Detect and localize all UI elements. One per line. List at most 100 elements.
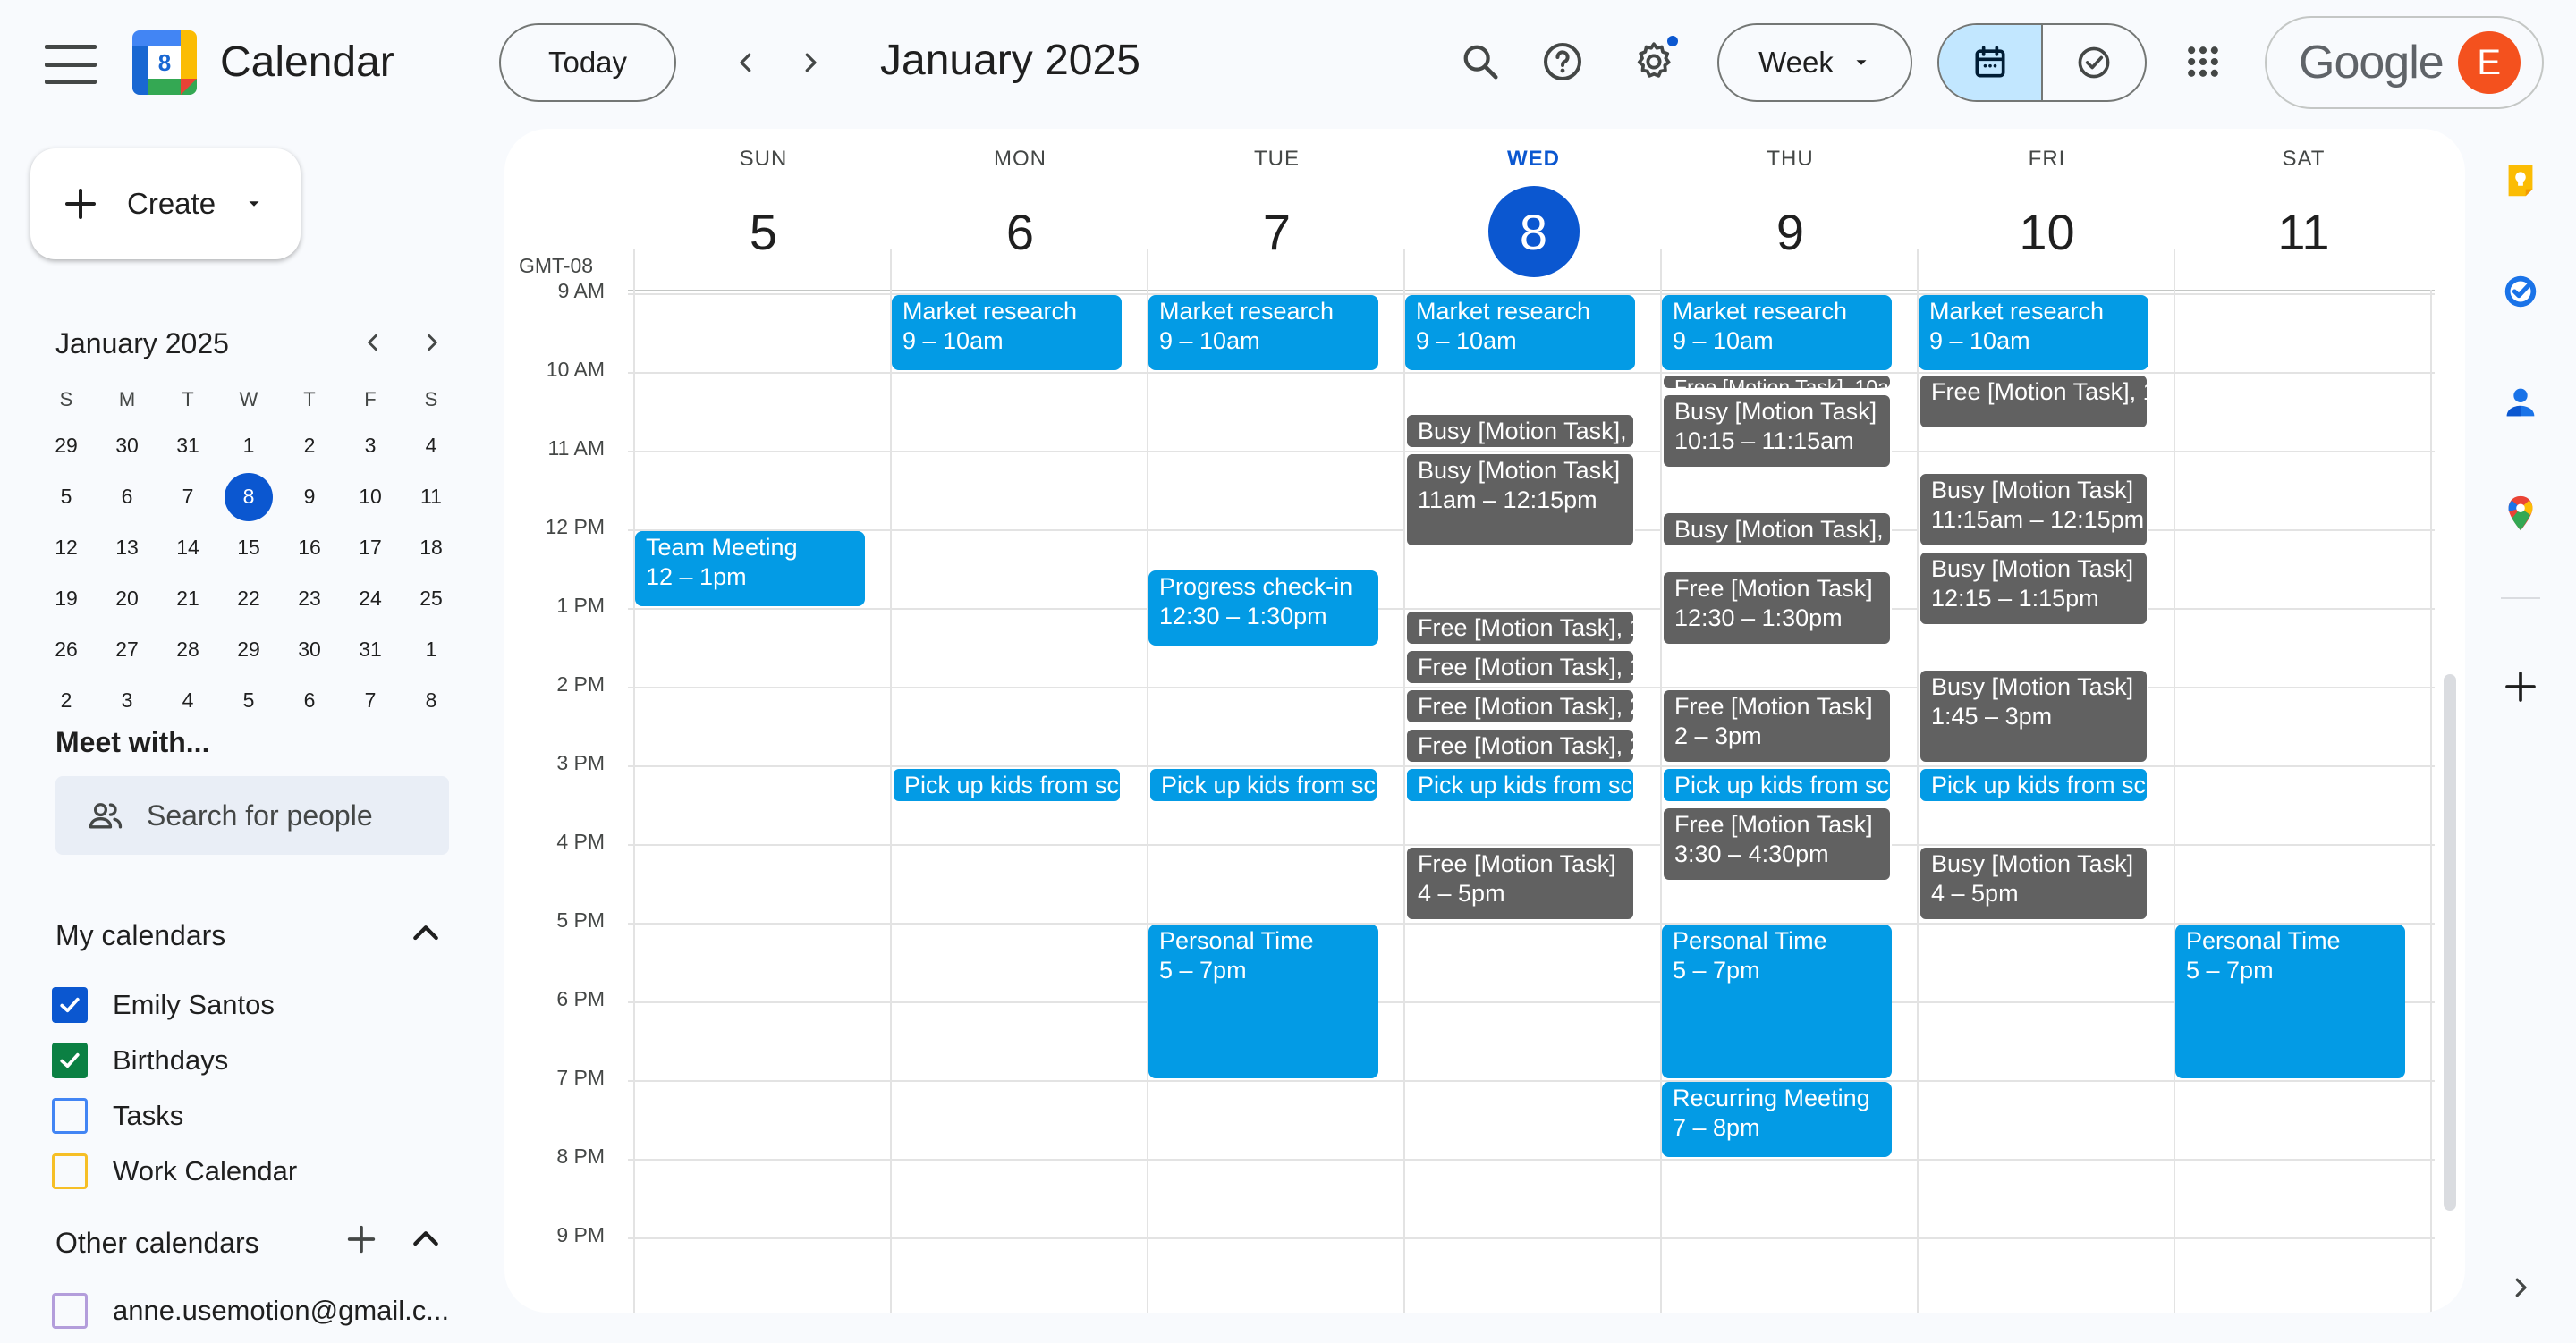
tasks-button[interactable] (2492, 263, 2549, 320)
calendar-item[interactable]: Birthdays (52, 1043, 228, 1078)
mini-day[interactable]: 1 (401, 624, 462, 675)
mini-day[interactable]: 15 (218, 522, 279, 573)
collapse-my-calendars-button[interactable] (408, 916, 444, 956)
day-header-thu[interactable]: THU 9 (1662, 147, 1919, 277)
mini-day[interactable]: 24 (340, 573, 401, 624)
keep-button[interactable] (2492, 152, 2549, 209)
tasks-view-toggle[interactable] (2041, 25, 2145, 100)
day-header-sat[interactable]: SAT 11 (2175, 147, 2432, 277)
calendar-event[interactable]: Busy [Motion Task] 4 – 5pm (1919, 846, 2148, 922)
calendar-event[interactable]: Busy [Motion Task] 11am – 12:15pm (1405, 452, 1635, 548)
mini-day[interactable]: 22 (218, 573, 279, 624)
time-grid[interactable]: 9 AM 10 AM 11 AM 12 PM 1 PM 2 PM 3 PM 4 PM 5 PM 6… (504, 279, 2465, 1313)
mini-day[interactable]: 12 (36, 522, 97, 573)
next-week-button[interactable] (784, 36, 837, 89)
day-date[interactable]: 10 (2002, 186, 2093, 277)
calendar-event[interactable]: Free [Motion Task], 1pm (1405, 610, 1635, 646)
day-date[interactable]: 9 (1745, 186, 1836, 277)
mini-day[interactable]: 29 (36, 420, 97, 471)
calendar-event[interactable]: Busy [Motion Task], 10:30 (1405, 413, 1635, 450)
mini-day[interactable]: 28 (157, 624, 218, 675)
mini-day[interactable]: 19 (36, 573, 97, 624)
day-header-fri[interactable]: FRI 10 (1919, 147, 2175, 277)
day-header-tue[interactable]: TUE 7 (1148, 147, 1405, 277)
calendar-event[interactable]: Busy [Motion Task] 1:45 – 3pm (1919, 669, 2148, 764)
mini-day[interactable]: 6 (97, 471, 157, 522)
day-date[interactable]: 6 (975, 186, 1066, 277)
calendar-event[interactable]: Personal Time 5 – 7pm (1148, 925, 1378, 1079)
mini-day[interactable]: 2 (279, 420, 340, 471)
calendar-view-toggle[interactable] (1939, 25, 2041, 100)
mini-day[interactable]: 25 (401, 573, 462, 624)
mini-day[interactable]: 14 (157, 522, 218, 573)
mini-day[interactable]: 3 (340, 420, 401, 471)
calendar-event[interactable]: Progress check-in 12:30 – 1:30pm (1148, 570, 1378, 646)
mini-day[interactable]: 10 (340, 471, 401, 522)
calendar-event[interactable]: Market research 9 – 10am (1662, 295, 1892, 371)
calendar-checkbox[interactable] (52, 1098, 88, 1134)
mini-day[interactable]: 7 (157, 471, 218, 522)
calendar-event[interactable]: Free [Motion Task], 1:30pm (1405, 649, 1635, 686)
contacts-button[interactable] (2492, 374, 2549, 431)
calendar-event[interactable]: Free [Motion Task], 10am (1919, 374, 2148, 430)
help-button[interactable] (1531, 30, 1594, 93)
mini-day-today[interactable]: 8 (218, 471, 279, 522)
calendar-event[interactable]: Personal Time 5 – 7pm (1662, 925, 1892, 1079)
calendar-event[interactable]: Market research 9 – 10am (1919, 295, 2148, 371)
calendar-event[interactable]: Team Meeting 12 – 1pm (635, 531, 865, 607)
calendar-checkbox[interactable] (52, 987, 88, 1023)
calendar-event[interactable]: Free [Motion Task], 2:30pm (1405, 728, 1635, 764)
mini-day[interactable]: 11 (401, 471, 462, 522)
collapse-other-calendars-button[interactable] (408, 1221, 444, 1262)
calendar-event[interactable]: Market research 9 – 10am (892, 295, 1122, 371)
calendar-event[interactable]: Pick up kids from school (1662, 767, 1892, 804)
mini-day[interactable]: 8 (401, 675, 462, 726)
previous-week-button[interactable] (719, 36, 773, 89)
show-side-panel-button[interactable] (2492, 1259, 2549, 1316)
calendar-event[interactable]: Free [Motion Task], 2pm (1405, 688, 1635, 725)
mini-day[interactable]: 31 (340, 624, 401, 675)
calendar-item[interactable]: Work Calendar (52, 1153, 297, 1189)
calendar-checkbox[interactable] (52, 1293, 88, 1329)
mini-day[interactable]: 29 (218, 624, 279, 675)
calendar-event[interactable]: Personal Time 5 – 7pm (2175, 925, 2405, 1079)
mini-day[interactable]: 20 (97, 573, 157, 624)
calendar-event[interactable]: Market research 9 – 10am (1405, 295, 1635, 371)
mini-day[interactable]: 4 (401, 420, 462, 471)
search-button[interactable] (1449, 30, 1512, 93)
mini-day[interactable]: 23 (279, 573, 340, 624)
vertical-scrollbar[interactable] (2444, 674, 2456, 1211)
maps-button[interactable] (2492, 485, 2549, 542)
calendar-item[interactable]: anne.usemotion@gmail.c... (52, 1293, 449, 1329)
mini-day[interactable]: 9 (279, 471, 340, 522)
mini-day[interactable]: 4 (157, 675, 218, 726)
get-addons-button[interactable] (2492, 658, 2549, 715)
add-other-calendar-button[interactable] (343, 1221, 379, 1262)
mini-day[interactable]: 30 (279, 624, 340, 675)
day-header-mon[interactable]: MON 6 (892, 147, 1148, 277)
mini-day[interactable]: 31 (157, 420, 218, 471)
mini-day[interactable]: 30 (97, 420, 157, 471)
search-people-input[interactable]: Search for people (55, 776, 449, 855)
mini-day[interactable]: 17 (340, 522, 401, 573)
calendar-event[interactable]: Busy [Motion Task] 10:15 – 11:15am (1662, 393, 1892, 469)
calendar-event[interactable]: Recurring Meeting 7 – 8pm (1662, 1082, 1892, 1158)
mini-calendar-next-button[interactable] (410, 320, 454, 365)
mini-day[interactable]: 21 (157, 573, 218, 624)
google-apps-button[interactable] (2172, 30, 2234, 93)
calendar-event[interactable]: Pick up kids from school (1405, 767, 1635, 804)
today-button[interactable]: Today (499, 23, 676, 102)
calendar-event[interactable]: Free [Motion Task] 12:30 – 1:30pm (1662, 570, 1892, 646)
calendar-event[interactable]: Market research 9 – 10am (1148, 295, 1378, 371)
mini-day[interactable]: 16 (279, 522, 340, 573)
calendar-event[interactable]: Free [Motion Task] 4 – 5pm (1405, 846, 1635, 922)
calendar-event[interactable]: Free [Motion Task] 2 – 3pm (1662, 688, 1892, 764)
calendar-item[interactable]: Emily Santos (52, 987, 275, 1023)
day-date[interactable]: 7 (1232, 186, 1323, 277)
calendar-event[interactable]: Pick up kids from school (1919, 767, 2148, 804)
google-account-button[interactable]: Google E (2265, 16, 2544, 109)
mini-calendar-prev-button[interactable] (351, 320, 395, 365)
mini-day[interactable]: 3 (97, 675, 157, 726)
mini-day[interactable]: 2 (36, 675, 97, 726)
mini-day[interactable]: 7 (340, 675, 401, 726)
